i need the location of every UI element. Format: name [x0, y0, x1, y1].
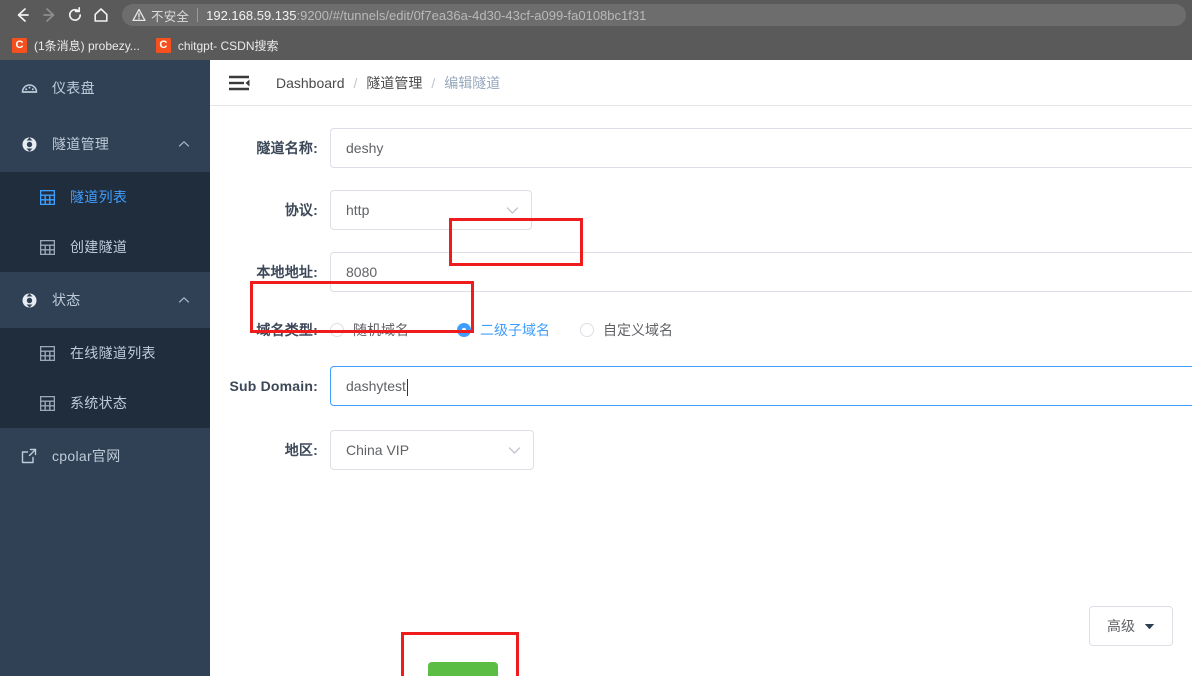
sidebar-collapse-icon[interactable]: [228, 74, 250, 92]
top-bar: Dashboard / 隧道管理 / 编辑隧道: [210, 60, 1192, 106]
sidebar-item-label: 状态: [52, 292, 81, 308]
breadcrumb-item-tunnel-management[interactable]: 隧道管理: [366, 73, 422, 93]
dashboard-icon: [20, 79, 38, 97]
sub-domain-label: Sub Domain:: [229, 378, 318, 394]
region-select[interactable]: China VIP: [330, 430, 534, 470]
forward-icon[interactable]: [36, 2, 62, 28]
radio-subdomain[interactable]: 二级子域名: [457, 320, 550, 340]
tunnel-name-label: 隧道名称:: [256, 140, 318, 156]
update-button[interactable]: 更新: [428, 662, 498, 676]
bookmark-item[interactable]: C chitgpt- CSDN搜索: [152, 34, 287, 56]
breadcrumb-separator: /: [353, 74, 358, 91]
radio-label: 自定义域名: [603, 322, 673, 338]
sub-domain-value: dashytest: [346, 378, 406, 394]
radio-label: 二级子域名: [480, 322, 550, 338]
sidebar-item-label: 创建隧道: [70, 239, 128, 255]
not-secure-warning-icon: [132, 8, 146, 22]
chevron-down-icon: [508, 446, 521, 455]
home-icon[interactable]: [88, 2, 114, 28]
sidebar-item-cpolar-website[interactable]: cpolar官网: [0, 428, 210, 484]
breadcrumb-separator: /: [431, 74, 436, 91]
external-link-icon: [20, 447, 38, 465]
sidebar-item-tunnel-list[interactable]: 隧道列表: [0, 172, 210, 222]
url-text: 192.168.59.135:9200/#/tunnels/edit/0f7ea…: [206, 8, 646, 23]
tunnel-icon: [20, 135, 38, 153]
sidebar-item-label: 系统状态: [70, 395, 128, 411]
bookmark-label: (1条消息) probezy...: [34, 38, 140, 53]
protocol-select[interactable]: http: [330, 190, 532, 230]
form-row-protocol: 协议: http: [210, 190, 1192, 230]
sidebar-item-online-tunnel-list[interactable]: 在线隧道列表: [0, 328, 210, 378]
update-button-area: 更新: [394, 622, 614, 676]
form-row-domain-type: 域名类型: 随机域名 二级子域名 自定义域名: [210, 320, 1192, 340]
text-cursor: [406, 378, 408, 396]
form-row-tunnel-name: 隧道名称: deshy: [210, 128, 1192, 168]
sidebar-item-label: 在线隧道列表: [70, 345, 156, 361]
protocol-value: http: [346, 202, 370, 218]
radio-circle-icon: [330, 323, 344, 337]
domain-type-radio-group: 随机域名 二级子域名 自定义域名: [330, 320, 673, 340]
triangle-down-icon: [1144, 623, 1155, 630]
chevron-down-icon: [506, 206, 519, 215]
domain-type-label: 域名类型:: [256, 322, 318, 338]
radio-custom-domain[interactable]: 自定义域名: [580, 320, 673, 340]
sidebar-item-label: 隧道管理: [52, 136, 110, 152]
sidebar-item-create-tunnel[interactable]: 创建隧道: [0, 222, 210, 272]
region-value: China VIP: [346, 442, 410, 458]
reload-icon[interactable]: [62, 2, 88, 28]
csdn-favicon-icon: C: [155, 37, 171, 53]
address-bar[interactable]: 不安全 192.168.59.135:9200/#/tunnels/edit/0…: [122, 4, 1186, 26]
edit-tunnel-form: 隧道名称: deshy 协议: http 本地地址: 8080 域名类型: 随机…: [210, 106, 1192, 676]
grid-icon: [38, 238, 56, 256]
region-label: 地区:: [284, 442, 318, 458]
sidebar-item-label: 仪表盘: [52, 80, 95, 96]
sidebar-item-label: 隧道列表: [70, 189, 128, 205]
app-container: 仪表盘 隧道管理 隧道列表 创建隧道 状态 在线隧道列表 系统状态 cpolar…: [0, 60, 1192, 676]
local-address-value: 8080: [346, 264, 378, 280]
chevron-up-icon: [178, 296, 190, 304]
advanced-button[interactable]: 高级: [1089, 606, 1173, 646]
csdn-favicon-icon: C: [12, 37, 27, 53]
tunnel-name-value: deshy: [346, 140, 384, 156]
breadcrumb-item-edit-tunnel: 编辑隧道: [444, 74, 501, 91]
tunnel-name-input[interactable]: deshy: [330, 128, 1192, 168]
radio-label: 随机域名: [353, 322, 409, 338]
chevron-up-icon: [178, 140, 190, 148]
form-row-sub-domain: Sub Domain: dashytest: [210, 366, 1192, 406]
breadcrumb: Dashboard / 隧道管理 / 编辑隧道: [276, 73, 500, 93]
bookmarks-bar: C (1条消息) probezy... C chitgpt- CSDN搜索: [0, 30, 1192, 60]
sidebar-item-system-status[interactable]: 系统状态: [0, 378, 210, 428]
grid-icon: [38, 344, 56, 362]
url-host: 192.168.59.135: [206, 7, 297, 23]
url-path: :9200/#/tunnels/edit/0f7ea36a-4d30-43cf-…: [296, 7, 647, 23]
advanced-button-label: 高级: [1107, 618, 1135, 634]
grid-icon: [38, 188, 56, 206]
status-icon: [20, 291, 38, 309]
bookmark-item[interactable]: C (1条消息) probezy...: [8, 34, 148, 56]
main-content: Dashboard / 隧道管理 / 编辑隧道 隧道名称: deshy 协议: …: [210, 60, 1192, 676]
radio-circle-icon: [457, 323, 471, 337]
local-address-input[interactable]: 8080: [330, 252, 1192, 292]
sidebar-group-status[interactable]: 状态: [0, 272, 210, 328]
bookmark-label: chitgpt- CSDN搜索: [177, 38, 279, 53]
radio-circle-icon: [580, 323, 594, 337]
grid-icon: [38, 394, 56, 412]
browser-chrome: 不安全 192.168.59.135:9200/#/tunnels/edit/0…: [0, 0, 1192, 60]
sidebar: 仪表盘 隧道管理 隧道列表 创建隧道 状态 在线隧道列表 系统状态 cpolar…: [0, 60, 210, 676]
radio-random-domain[interactable]: 随机域名: [330, 320, 409, 340]
sidebar-group-tunnel-management[interactable]: 隧道管理: [0, 116, 210, 172]
security-status-label: 不安全: [151, 9, 190, 24]
form-row-local-address: 本地地址: 8080: [210, 252, 1192, 292]
sub-domain-input[interactable]: dashytest: [330, 366, 1192, 406]
back-icon[interactable]: [10, 2, 36, 28]
omnibox-separator: [197, 8, 199, 22]
browser-nav-bar: 不安全 192.168.59.135:9200/#/tunnels/edit/0…: [0, 0, 1192, 30]
protocol-label: 协议:: [284, 202, 318, 218]
form-row-region: 地区: China VIP: [210, 430, 1192, 470]
sidebar-item-label: cpolar官网: [52, 448, 121, 464]
sidebar-item-dashboard[interactable]: 仪表盘: [0, 60, 210, 116]
breadcrumb-item-dashboard[interactable]: Dashboard: [276, 75, 345, 91]
local-address-label: 本地地址:: [256, 264, 318, 280]
